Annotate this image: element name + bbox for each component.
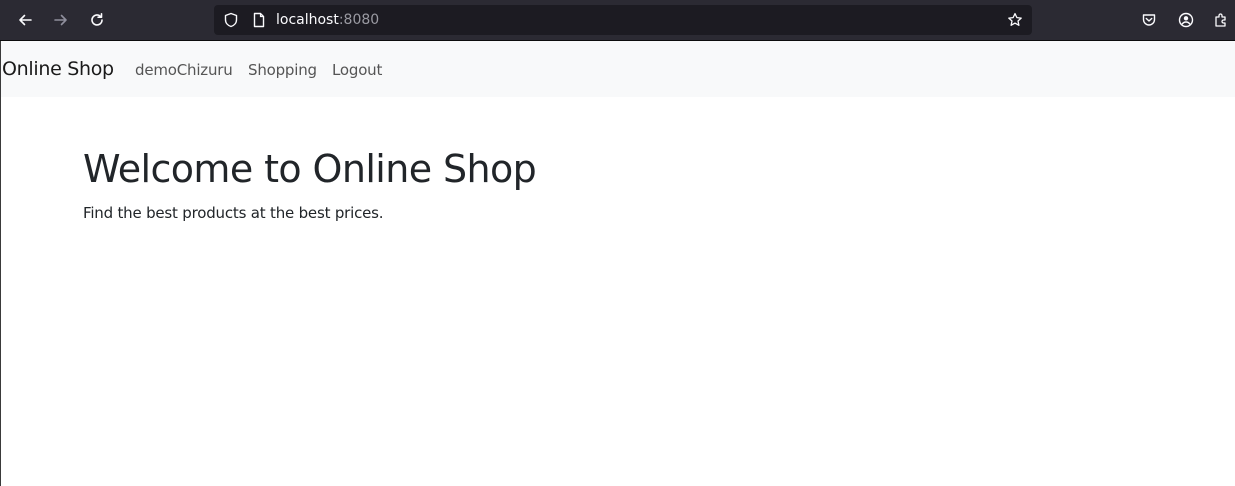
page-edge xyxy=(0,41,1,486)
star-icon[interactable] xyxy=(1007,12,1023,28)
page-title: Welcome to Online Shop xyxy=(83,147,537,191)
extensions-icon xyxy=(1215,13,1226,27)
arrow-left-icon xyxy=(19,14,32,26)
extensions-button[interactable] xyxy=(1207,6,1235,34)
navbar: Online Shop demoChizuru Shopping Logout xyxy=(1,41,1235,97)
forward-button[interactable] xyxy=(47,6,75,34)
pocket-button[interactable] xyxy=(1135,6,1163,34)
nav-link-user[interactable]: demoChizuru xyxy=(135,60,233,80)
url-text[interactable]: localhost:8080 xyxy=(276,11,379,29)
page-icon[interactable] xyxy=(251,12,267,28)
back-button[interactable] xyxy=(11,6,39,34)
account-icon xyxy=(1178,12,1194,28)
url-bar[interactable]: localhost:8080 xyxy=(214,5,1032,35)
reload-button[interactable] xyxy=(83,6,111,34)
page-subtitle: Find the best products at the best price… xyxy=(83,204,384,222)
account-button[interactable] xyxy=(1172,6,1200,34)
navbar-brand[interactable]: Online Shop xyxy=(2,57,114,81)
url-host: localhost xyxy=(276,12,339,28)
reload-icon xyxy=(91,13,103,26)
shield-icon[interactable] xyxy=(223,12,239,28)
browser-toolbar: localhost:8080 xyxy=(0,0,1235,41)
arrow-right-icon xyxy=(54,14,67,26)
nav-link-logout[interactable]: Logout xyxy=(332,60,382,80)
pocket-icon xyxy=(1142,14,1156,26)
nav-link-shopping[interactable]: Shopping xyxy=(248,60,317,80)
url-port: :8080 xyxy=(338,12,380,28)
